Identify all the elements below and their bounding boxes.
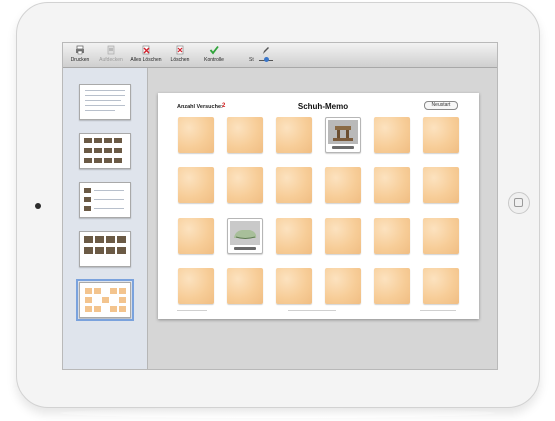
camera-icon xyxy=(35,203,41,209)
memory-card[interactable] xyxy=(423,117,459,153)
document-area: Anzahl Versuche: 2 Schuh-Memo Neustart xyxy=(148,68,497,369)
slider-label: St xyxy=(249,57,254,63)
reveal-button[interactable]: Aufdecken xyxy=(97,45,125,63)
page-thumbnail-5[interactable] xyxy=(76,279,134,321)
check-label: Kontrolle xyxy=(204,57,224,63)
page-thumbnail-3[interactable] xyxy=(79,182,131,218)
memo-page: Anzahl Versuche: 2 Schuh-Memo Neustart xyxy=(158,93,479,319)
reveal-label: Aufdecken xyxy=(99,57,123,63)
clear-all-button[interactable]: Alles Löschen xyxy=(129,45,163,63)
memory-card-flipped[interactable] xyxy=(227,218,263,254)
memory-card[interactable] xyxy=(178,218,214,254)
page-thumbnail-4[interactable] xyxy=(79,231,131,267)
memory-card[interactable] xyxy=(325,167,361,203)
page-title: Schuh-Memo xyxy=(297,102,349,111)
memory-card[interactable] xyxy=(276,218,312,254)
memory-card[interactable] xyxy=(178,117,214,153)
memory-card-flipped[interactable] xyxy=(325,117,361,153)
clear-all-label: Alles Löschen xyxy=(130,57,162,63)
memory-card[interactable] xyxy=(227,117,263,153)
shoe-last-image xyxy=(328,120,358,144)
pen-icon xyxy=(261,45,271,55)
moccasin-image xyxy=(230,221,260,245)
home-button-icon xyxy=(514,198,523,207)
memory-card[interactable] xyxy=(374,167,410,203)
card-caption xyxy=(234,247,256,250)
clear-all-icon xyxy=(141,45,151,55)
memory-card[interactable] xyxy=(423,218,459,254)
page-thumbnail-1[interactable] xyxy=(79,84,131,120)
style-button[interactable] xyxy=(259,45,273,57)
memory-card[interactable] xyxy=(325,218,361,254)
tablet-reflection xyxy=(60,408,495,418)
memory-card[interactable] xyxy=(374,268,410,304)
size-slider-handle[interactable] xyxy=(264,57,269,62)
attempts-count: 2 xyxy=(222,103,226,109)
memory-card[interactable] xyxy=(325,268,361,304)
memory-card[interactable] xyxy=(423,167,459,203)
page-sidebar xyxy=(63,68,148,369)
delete-icon xyxy=(175,45,185,55)
footer-left xyxy=(177,310,207,311)
print-label: Drucken xyxy=(70,57,90,63)
footer-center xyxy=(288,310,336,311)
card-caption xyxy=(332,146,354,149)
printer-icon xyxy=(75,45,85,55)
check-button[interactable]: Kontrolle xyxy=(199,45,229,63)
delete-label: Löschen xyxy=(170,57,190,63)
memory-card[interactable] xyxy=(276,117,312,153)
memory-card[interactable] xyxy=(423,268,459,304)
memory-card[interactable] xyxy=(276,167,312,203)
memory-card[interactable] xyxy=(227,167,263,203)
reveal-icon xyxy=(106,45,116,55)
memory-card[interactable] xyxy=(178,167,214,203)
print-button[interactable]: Drucken xyxy=(67,45,93,63)
delete-button[interactable]: Löschen xyxy=(167,45,193,63)
memory-card[interactable] xyxy=(374,218,410,254)
memory-card[interactable] xyxy=(178,268,214,304)
memory-card[interactable] xyxy=(374,117,410,153)
memory-card[interactable] xyxy=(227,268,263,304)
app-screen: Drucken Aufdecken Alles Löschen Löschen … xyxy=(62,42,498,370)
memory-card[interactable] xyxy=(276,268,312,304)
page-thumbnail-2[interactable] xyxy=(79,133,131,169)
check-icon xyxy=(209,45,219,55)
toolbar: Drucken Aufdecken Alles Löschen Löschen … xyxy=(63,43,497,68)
attempts-label: Anzahl Versuche: xyxy=(177,104,223,110)
restart-button[interactable]: Neustart xyxy=(424,101,458,110)
footer-right xyxy=(420,310,456,311)
